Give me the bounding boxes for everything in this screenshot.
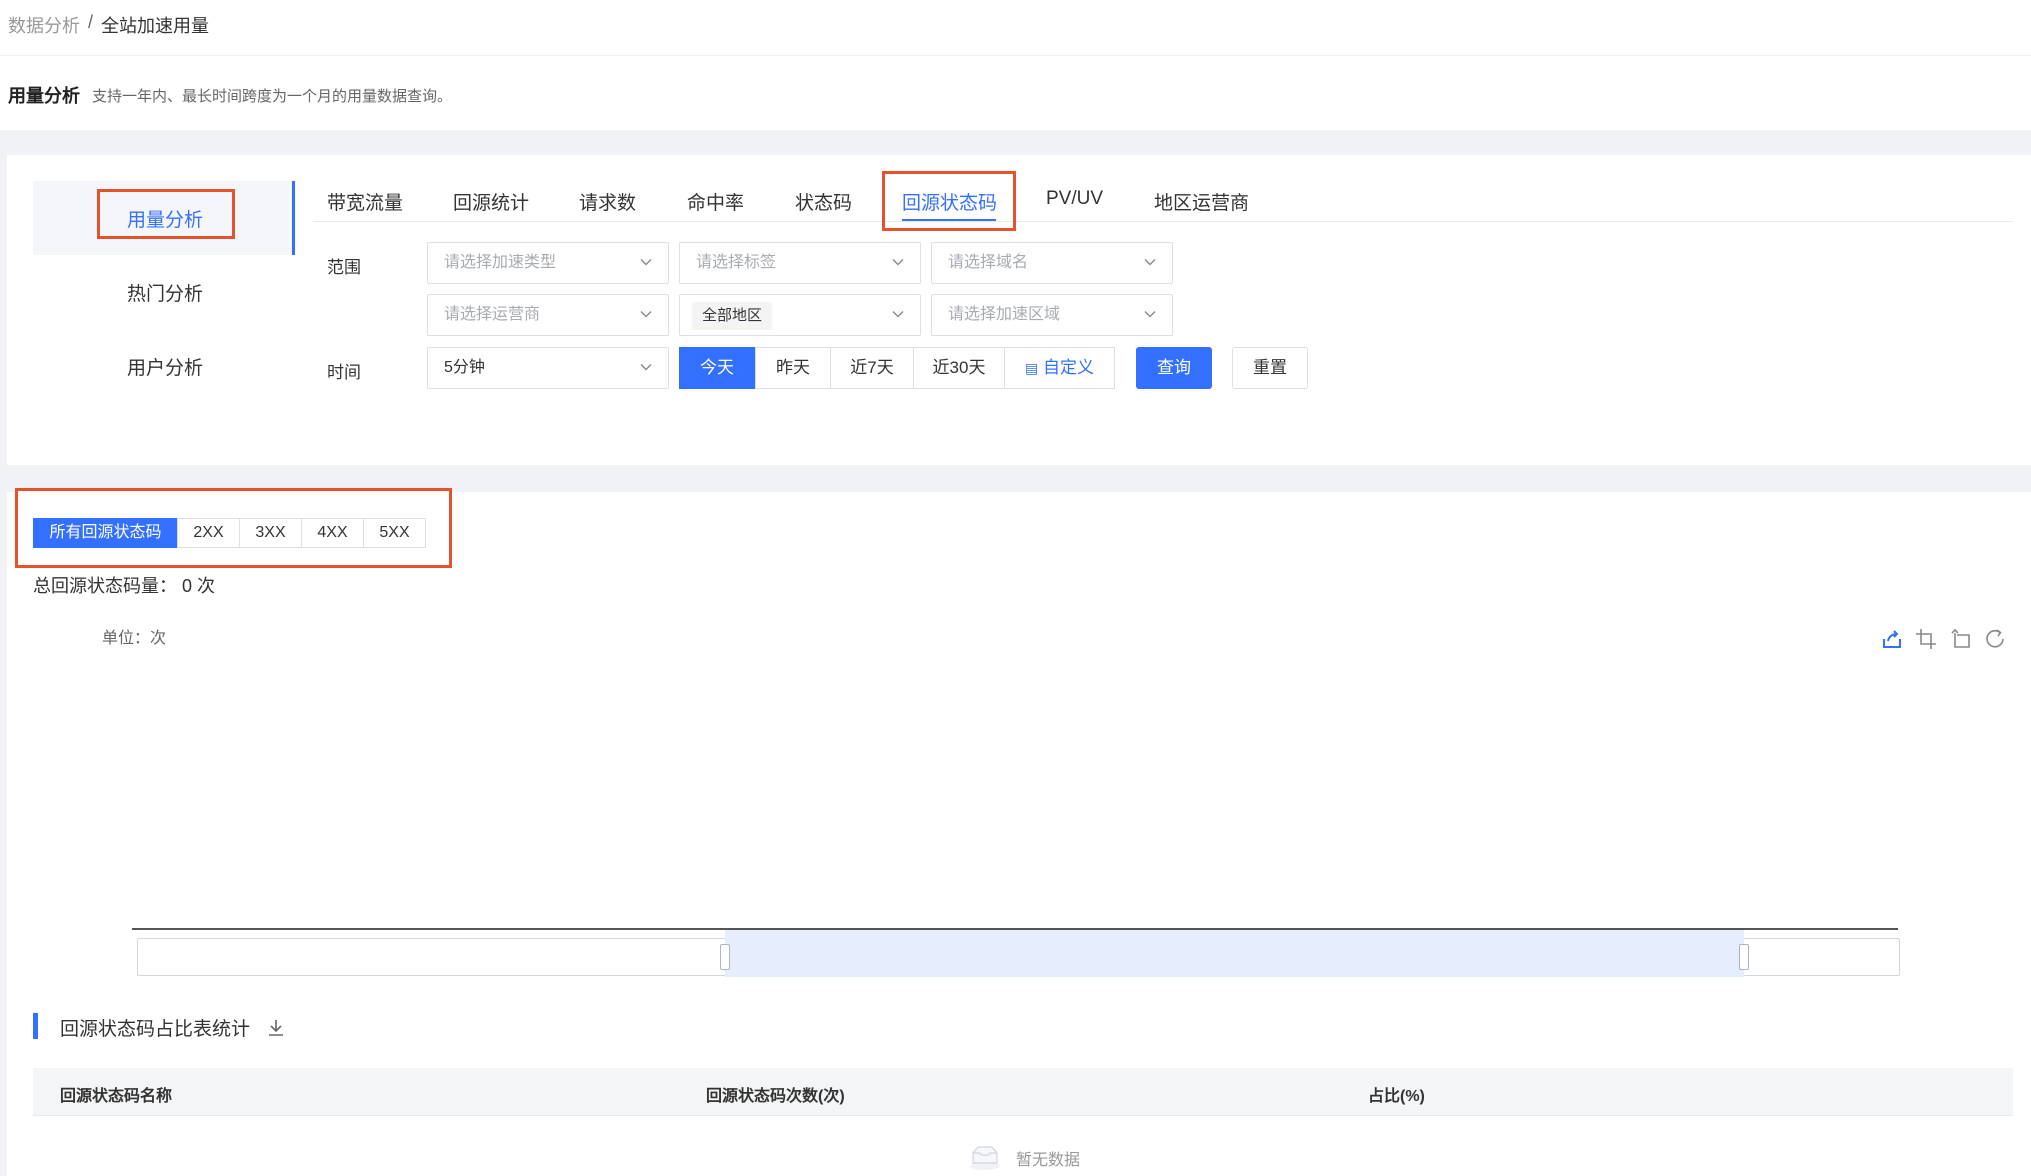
zoom-reset-icon[interactable]	[1948, 627, 1972, 651]
granularity-select[interactable]: 5分钟	[427, 347, 669, 389]
datazoom-end-handle[interactable]	[1739, 944, 1749, 970]
isp-placeholder: 请选择运营商	[444, 306, 541, 323]
chart-unit-label: 单位：次	[102, 630, 167, 647]
chevron-down-icon	[1144, 308, 1156, 320]
col-header-count: 回源状态码次数(次)	[706, 1088, 845, 1105]
chevron-down-icon	[640, 361, 652, 373]
tab-hit-rate[interactable]: 命中率	[687, 188, 744, 215]
sidebar-item-user[interactable]: 用户分析	[127, 353, 203, 380]
tab-bandwidth[interactable]: 带宽流量	[327, 188, 403, 215]
sidebar-item-hot[interactable]: 热门分析	[127, 279, 203, 306]
highlight-box	[97, 189, 235, 239]
total-origin-status: 总回源状态码量： 0 次	[33, 572, 215, 598]
total-label: 总回源状态码量：	[33, 576, 177, 596]
breadcrumb-current: 全站加速用量	[101, 16, 210, 36]
datazoom-start-handle[interactable]	[720, 944, 730, 970]
zoom-select-icon[interactable]	[1914, 627, 1938, 651]
code-tab-2xx[interactable]: 2XX	[177, 518, 240, 548]
region-select[interactable]: 全部地区	[679, 294, 921, 336]
custom-label: 自定义	[1042, 358, 1094, 377]
tabs-divider	[313, 221, 2013, 222]
col-header-ratio: 占比(%)	[1368, 1088, 1425, 1105]
range-custom-button[interactable]: ▤ 自定义	[1004, 347, 1115, 389]
table-header	[33, 1068, 2013, 1116]
chevron-down-icon	[640, 308, 652, 320]
tag-placeholder: 请选择标签	[696, 254, 777, 271]
table-section-title: 回源状态码占比表统计	[60, 1019, 251, 1040]
tab-status-code[interactable]: 状态码	[795, 188, 852, 215]
range-today-button[interactable]: 今天	[679, 347, 755, 389]
page-header	[0, 0, 2031, 130]
accel-area-select[interactable]: 请选择加速区域	[931, 294, 1173, 336]
code-tab-4xx[interactable]: 4XX	[301, 518, 364, 548]
granularity-value: 5分钟	[444, 359, 485, 376]
scope-label: 范围	[327, 258, 361, 277]
empty-state-text: 暂无数据	[1016, 1152, 1081, 1169]
region-tag: 全部地区	[692, 302, 773, 330]
tab-origin-stats[interactable]: 回源统计	[453, 188, 529, 215]
accel-type-placeholder: 请选择加速类型	[444, 254, 557, 271]
domain-select[interactable]: 请选择域名	[931, 242, 1173, 284]
chevron-down-icon	[892, 256, 904, 268]
breadcrumb-separator: /	[88, 12, 94, 32]
page-title: 用量分析	[8, 86, 80, 106]
calendar-icon: ▤	[1025, 360, 1039, 376]
isp-select[interactable]: 请选择运营商	[427, 294, 669, 336]
tab-region-isp[interactable]: 地区运营商	[1154, 188, 1249, 215]
reset-button[interactable]: 重置	[1232, 347, 1308, 389]
range-7d-button[interactable]: 近7天	[830, 347, 914, 389]
tab-pv-uv[interactable]: PV/UV	[1046, 188, 1103, 210]
accel-type-select[interactable]: 请选择加速类型	[427, 242, 669, 284]
code-tab-all[interactable]: 所有回源状态码	[33, 518, 178, 548]
chevron-down-icon	[640, 256, 652, 268]
total-value: 0 次	[182, 576, 216, 596]
header-divider	[0, 55, 2031, 56]
highlight-box	[882, 171, 1016, 231]
datazoom-selection[interactable]	[725, 930, 1744, 977]
col-header-name: 回源状态码名称	[60, 1088, 173, 1105]
download-icon[interactable]	[266, 1017, 286, 1039]
page-description: 支持一年内、最长时间跨度为一个月的用量数据查询。	[92, 88, 453, 105]
accel-area-placeholder: 请选择加速区域	[948, 306, 1061, 323]
restore-icon[interactable]	[1983, 627, 2007, 651]
code-tab-5xx[interactable]: 5XX	[363, 518, 426, 548]
chevron-down-icon	[892, 308, 904, 320]
tab-requests[interactable]: 请求数	[579, 188, 636, 215]
breadcrumb: 数据分析 / 全站加速用量	[8, 12, 209, 38]
code-tab-3xx[interactable]: 3XX	[239, 518, 302, 548]
tag-select[interactable]: 请选择标签	[679, 242, 921, 284]
domain-placeholder: 请选择域名	[948, 254, 1029, 271]
query-button[interactable]: 查询	[1136, 347, 1212, 389]
section-accent-bar	[33, 1013, 38, 1039]
empty-box-icon	[968, 1143, 1002, 1171]
range-yesterday-button[interactable]: 昨天	[755, 347, 831, 389]
export-icon[interactable]	[1880, 627, 1904, 651]
time-label: 时间	[327, 363, 361, 382]
range-30d-button[interactable]: 近30天	[913, 347, 1005, 389]
chevron-down-icon	[1144, 256, 1156, 268]
breadcrumb-parent-link[interactable]: 数据分析	[8, 12, 80, 38]
